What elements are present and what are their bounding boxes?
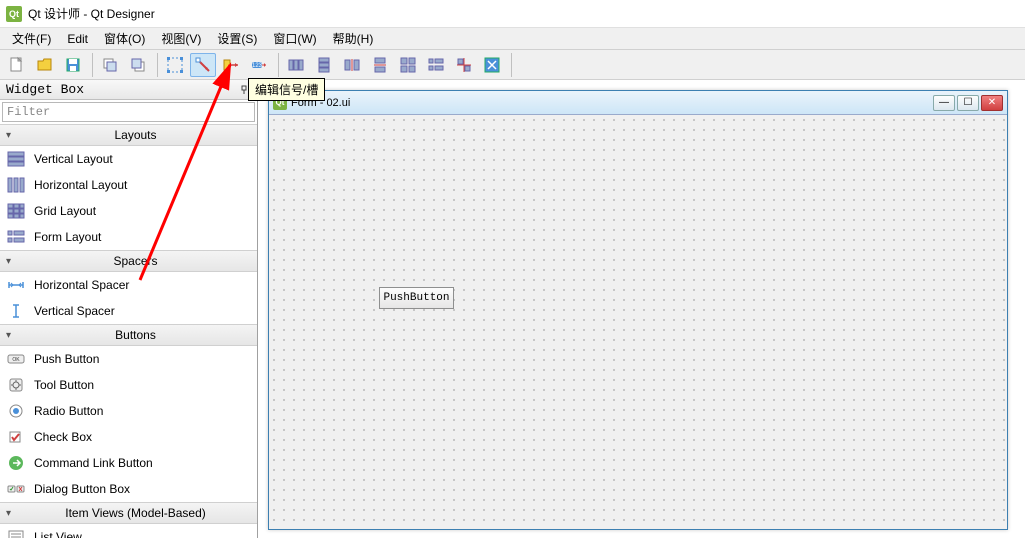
edit-tab-order-button[interactable]: 123 [246,53,272,77]
layout-horizontal-button[interactable] [283,53,309,77]
widget-label: Form Layout [34,230,101,244]
form-title: Form - 02.ui [291,97,933,109]
widget-label: Vertical Spacer [34,304,115,318]
widget-radio-button[interactable]: Radio Button [0,398,257,424]
widget-label: Horizontal Layout [34,178,127,192]
widget-label: Radio Button [34,404,103,418]
bring-front-button[interactable] [125,53,151,77]
widget-label: Vertical Layout [34,152,113,166]
design-canvas[interactable]: Qt Form - 02.ui — ☐ ✕ PushButton [258,80,1025,538]
layout-horizontal-splitter-button[interactable] [339,53,365,77]
radio-button-icon [6,402,26,420]
widget-label: Command Link Button [34,456,153,470]
widget-label: Push Button [34,352,99,366]
dialog-button-box-icon [6,480,26,498]
check-box-icon [6,428,26,446]
widget-command-link-button[interactable]: Command Link Button [0,450,257,476]
form-layout-icon [6,228,26,246]
menu-help[interactable]: 帮助(H) [325,28,382,49]
edit-buddies-button[interactable] [218,53,244,77]
edit-widgets-button[interactable] [162,53,188,77]
widget-tool-button[interactable]: Tool Button [0,372,257,398]
vertical-spacer-icon [6,302,26,320]
menu-settings[interactable]: 设置(S) [209,28,265,49]
svg-text:OK: OK [12,357,20,363]
widget-vertical-spacer[interactable]: Vertical Spacer [0,298,257,324]
adjust-size-button[interactable] [479,53,505,77]
chevron-down-icon: ▾ [6,508,20,519]
push-button-icon: OK [6,350,26,368]
layout-vertical-splitter-button[interactable] [367,53,393,77]
minimize-button[interactable]: — [933,95,955,111]
chevron-down-icon: ▾ [6,130,20,141]
svg-text:123: 123 [252,63,263,69]
menu-edit[interactable]: Edit [59,30,96,48]
maximize-button[interactable]: ☐ [957,95,979,111]
widget-form-layout[interactable]: Form Layout [0,224,257,250]
chevron-down-icon: ▾ [6,330,20,341]
widget-list-view[interactable]: List View [0,524,257,538]
break-layout-button[interactable] [451,53,477,77]
list-view-icon [6,528,26,538]
widget-horizontal-spacer[interactable]: Horizontal Spacer [0,272,257,298]
horizontal-layout-icon [6,176,26,194]
menu-window[interactable]: 窗口(W) [265,28,324,49]
toolbar: 123 [0,50,1025,80]
widget-vertical-layout[interactable]: Vertical Layout [0,146,257,172]
widget-horizontal-layout[interactable]: Horizontal Layout [0,172,257,198]
command-link-icon [6,454,26,472]
widget-push-button[interactable]: OK Push Button [0,346,257,372]
tool-button-icon [6,376,26,394]
chevron-down-icon: ▾ [6,256,20,267]
menu-view[interactable]: 视图(V) [153,28,209,49]
menubar: 文件(F) Edit 窗体(O) 视图(V) 设置(S) 窗口(W) 帮助(H) [0,28,1025,50]
widget-dialog-button-box[interactable]: Dialog Button Box [0,476,257,502]
layout-form-button[interactable] [423,53,449,77]
widget-label: List View [34,530,82,538]
new-button[interactable] [4,53,30,77]
close-button[interactable]: ✕ [981,95,1003,111]
widget-label: Grid Layout [34,204,96,218]
push-button-widget[interactable]: PushButton [379,287,454,309]
vertical-layout-icon [6,150,26,168]
widget-label: Check Box [34,430,92,444]
category-buttons[interactable]: ▾Buttons [0,324,257,346]
app-icon: Qt [6,6,22,22]
filter-input[interactable] [2,102,255,122]
widget-label: Horizontal Spacer [34,278,129,292]
horizontal-spacer-icon [6,276,26,294]
widget-grid-layout[interactable]: Grid Layout [0,198,257,224]
tooltip: 编辑信号/槽 [248,78,325,101]
send-back-button[interactable] [97,53,123,77]
form-titlebar[interactable]: Qt Form - 02.ui — ☐ ✕ [269,91,1007,115]
category-spacers[interactable]: ▾Spacers [0,250,257,272]
save-button[interactable] [60,53,86,77]
layout-grid-button[interactable] [395,53,421,77]
titlebar: Qt Qt 设计师 - Qt Designer [0,0,1025,28]
widget-box-panel: Widget Box ▾Layouts Vertical Layout Hori… [0,80,258,538]
widget-label: Dialog Button Box [34,482,130,496]
widget-check-box[interactable]: Check Box [0,424,257,450]
menu-form[interactable]: 窗体(O) [96,28,153,49]
layout-vertical-button[interactable] [311,53,337,77]
window-title: Qt 设计师 - Qt Designer [28,5,155,22]
open-button[interactable] [32,53,58,77]
form-body[interactable]: PushButton [269,115,1007,529]
category-layouts[interactable]: ▾Layouts [0,124,257,146]
edit-signals-slots-button[interactable] [190,53,216,77]
grid-layout-icon [6,202,26,220]
category-item-views[interactable]: ▾Item Views (Model-Based) [0,502,257,524]
widget-list[interactable]: ▾Layouts Vertical Layout Horizontal Layo… [0,124,257,538]
form-window[interactable]: Qt Form - 02.ui — ☐ ✕ PushButton [268,90,1008,530]
menu-file[interactable]: 文件(F) [4,28,59,49]
widget-box-title: Widget Box [0,80,257,100]
widget-label: Tool Button [34,378,94,392]
